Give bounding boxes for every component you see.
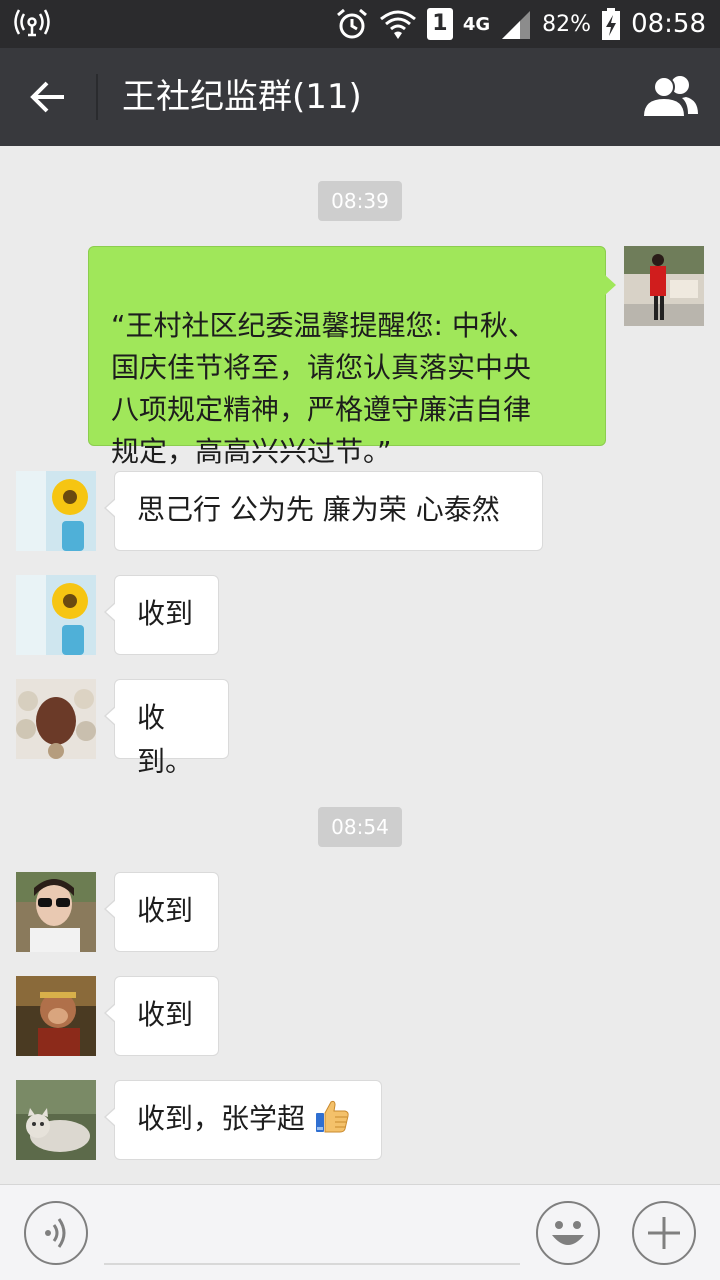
message-text: 收到: [137, 894, 194, 927]
thumbs-up-icon: [315, 1100, 349, 1133]
avatar-cat[interactable]: [16, 1080, 96, 1160]
sim-1-icon: 1: [426, 8, 453, 40]
avatar-sunflower[interactable]: [16, 575, 96, 655]
group-members-icon[interactable]: [642, 72, 700, 122]
alarm-icon: [336, 8, 367, 39]
avatar-sunflower[interactable]: [16, 471, 96, 551]
message-text: 收到。: [137, 701, 194, 778]
voice-icon: [45, 1218, 66, 1248]
avatar-jade-beads[interactable]: [16, 679, 96, 759]
message-bubble-incoming[interactable]: 收到: [104, 575, 219, 655]
back-arrow-icon[interactable]: [26, 74, 72, 120]
sim-slot-label: 1: [432, 11, 448, 36]
emoji-button[interactable]: [536, 1201, 600, 1265]
avatar-sunglasses-woman[interactable]: [16, 872, 96, 952]
chat-title: 王社纪监群(11): [122, 77, 362, 117]
plus-icon: [648, 1217, 680, 1249]
wifi-icon: [379, 10, 416, 39]
status-bar: 1 4G 82% 08:58: [0, 0, 720, 48]
message-bubble-incoming[interactable]: 收到: [104, 976, 219, 1056]
message-text: 收到: [137, 998, 194, 1031]
header-divider: [96, 74, 98, 120]
voice-input-button[interactable]: [24, 1201, 88, 1265]
time-stamp: 08:54: [0, 807, 720, 847]
smiley-icon: [552, 1221, 584, 1245]
message-input[interactable]: [104, 1263, 520, 1265]
avatar-monkey-king[interactable]: [16, 976, 96, 1056]
message-bubble-incoming[interactable]: 思己行 公为先 廉为荣 心泰然: [104, 471, 543, 551]
avatar-woman-red-coat[interactable]: [624, 246, 704, 326]
signal-icon: [502, 11, 531, 39]
message-text: 收到: [137, 597, 194, 630]
chat-header: 王社纪监群(11): [0, 48, 720, 146]
chat-area[interactable]: 08:39 “王村社区纪委温馨提醒您: 中秋、 国庆佳节将至，请您认真落实中央 …: [0, 146, 720, 1184]
more-options-button[interactable]: [632, 1201, 696, 1265]
battery-percent: 82%: [542, 11, 592, 37]
network-type: 4G: [462, 13, 491, 35]
input-bar: [0, 1184, 720, 1280]
message-bubble-outgoing[interactable]: “王村社区纪委温馨提醒您: 中秋、 国庆佳节将至，请您认真落实中央 八项规定精神…: [88, 246, 616, 468]
message-text: 收到，张学超: [137, 1102, 306, 1135]
message-bubble-incoming[interactable]: 收到: [104, 872, 219, 952]
time-stamp: 08:39: [0, 181, 720, 221]
message-bubble-incoming[interactable]: 收到，张学超: [104, 1080, 382, 1160]
battery-charging-icon: [602, 8, 621, 40]
message-bubble-incoming[interactable]: 收到。: [104, 679, 229, 778]
message-text: “王村社区纪委温馨提醒您: 中秋、 国庆佳节将至，请您认真落实中央 八项规定精神…: [111, 309, 536, 468]
message-text: 思己行 公为先 廉为荣 心泰然: [137, 493, 500, 526]
wireless-broadcast-icon: [14, 9, 50, 37]
clock: 08:58: [631, 9, 706, 39]
